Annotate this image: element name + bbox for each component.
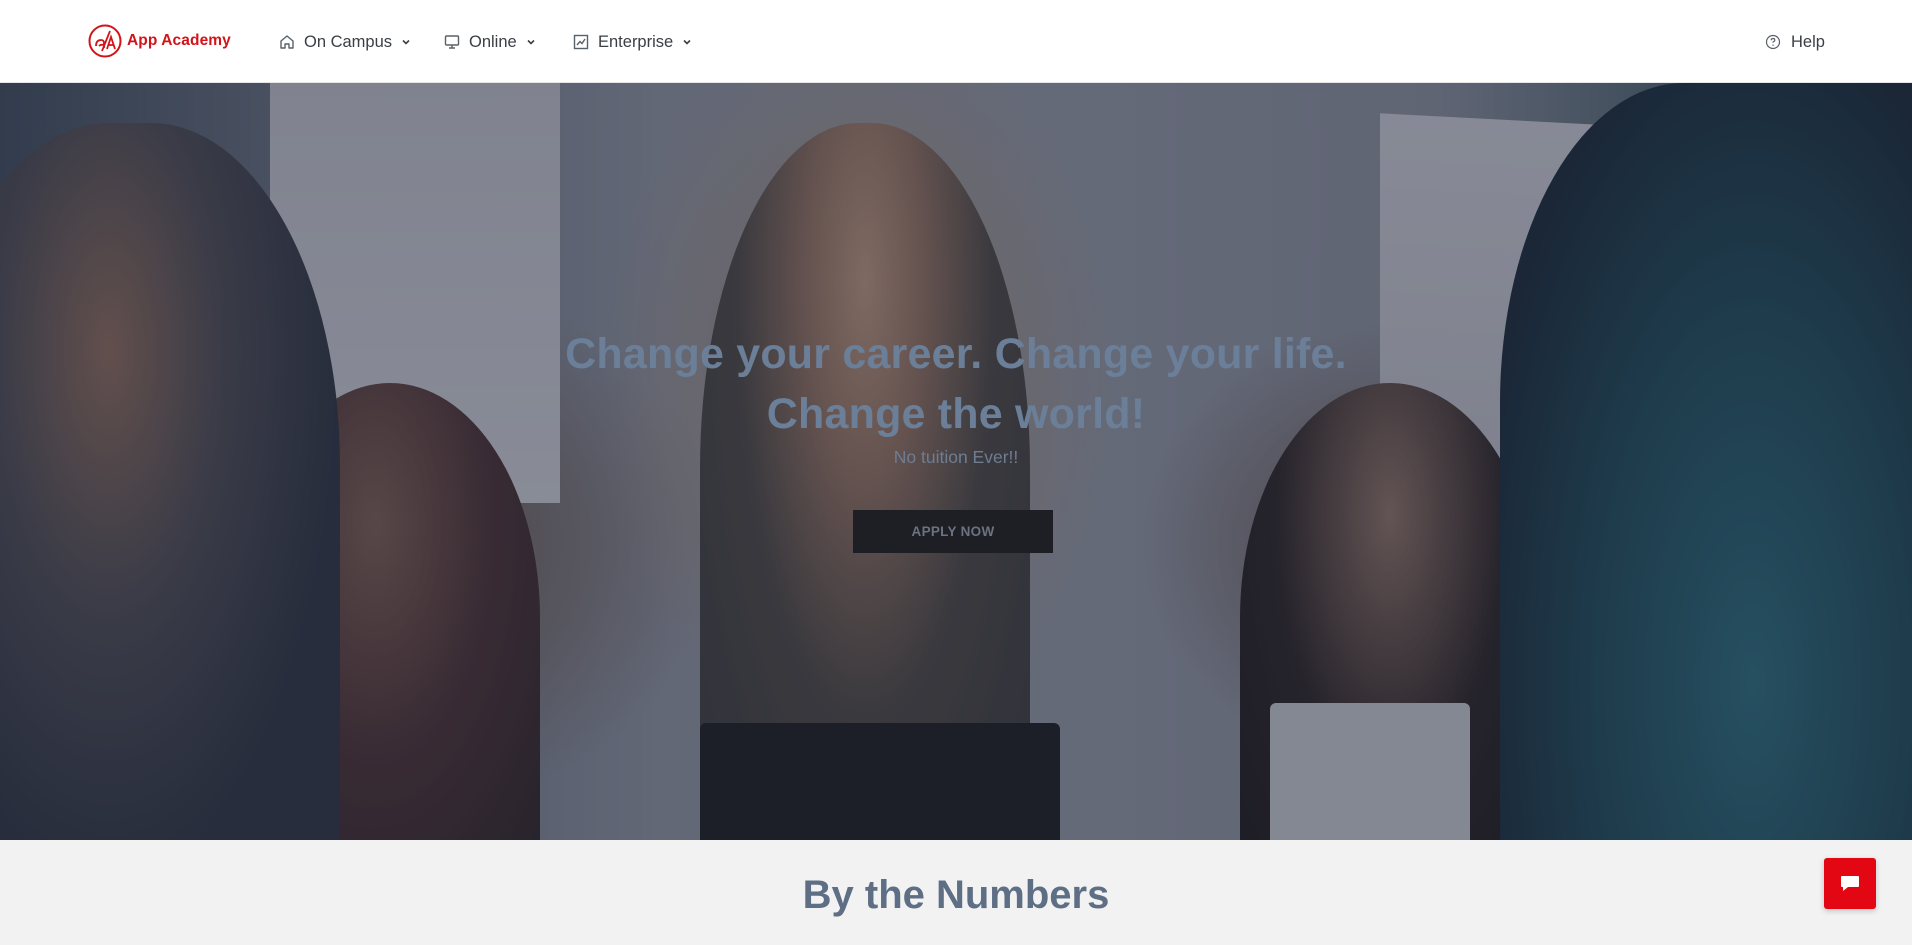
nav-on-campus[interactable]: On Campus <box>278 29 411 55</box>
hero-title: Change your career. Change your life. Ch… <box>456 324 1456 444</box>
chat-widget-button[interactable] <box>1824 858 1876 909</box>
hero-title-line-2: Change the world! <box>766 390 1146 438</box>
nav-online-label: Online <box>469 32 517 51</box>
monitor-icon <box>443 33 461 51</box>
hero-section: Change your career. Change your life. Ch… <box>0 83 1912 840</box>
nav-help[interactable]: Help <box>1765 29 1825 55</box>
chevron-down-icon <box>526 37 536 47</box>
hero-content: Change your career. Change your life. Ch… <box>0 83 1912 840</box>
help-circle-icon <box>1765 34 1781 50</box>
nav-help-label: Help <box>1791 32 1825 51</box>
hero-title-line-1: Change your career. Change your life. <box>565 330 1347 378</box>
chart-icon <box>572 33 590 51</box>
chevron-down-icon <box>682 37 692 47</box>
chat-bubble-icon <box>1841 875 1859 891</box>
apply-now-button[interactable]: APPLY NOW <box>853 510 1053 553</box>
home-icon <box>278 33 296 51</box>
nav-enterprise-label: Enterprise <box>598 32 674 51</box>
logo-mark-icon <box>88 24 122 58</box>
by-the-numbers-section: By the Numbers <box>0 840 1912 945</box>
nav-online[interactable]: Online <box>443 29 536 55</box>
nav-enterprise[interactable]: Enterprise <box>572 29 692 55</box>
top-navigation: App Academy On Campus Online Enterprise <box>0 0 1912 83</box>
nav-on-campus-label: On Campus <box>304 32 393 51</box>
section-title: By the Numbers <box>802 873 1110 917</box>
hero-subtitle: No tuition Ever!! <box>893 447 1019 467</box>
chevron-down-icon <box>401 37 411 47</box>
brand-name: App Academy <box>127 32 231 49</box>
app-academy-logo[interactable]: App Academy <box>88 24 231 58</box>
